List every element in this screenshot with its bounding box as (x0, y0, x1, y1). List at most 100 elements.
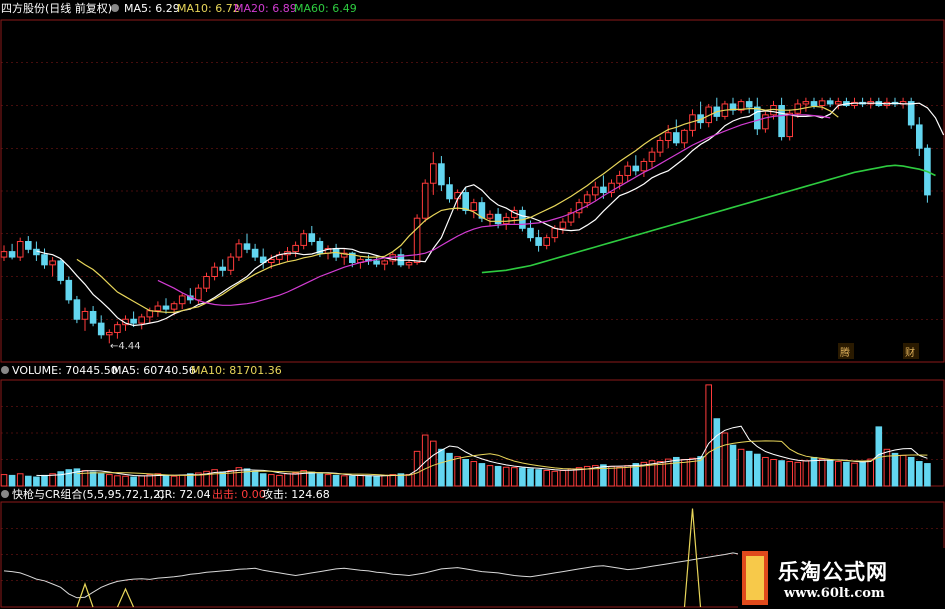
volume-bar (835, 461, 842, 487)
volume-bar (535, 469, 542, 487)
volume-bar (16, 473, 24, 487)
volume-bar (551, 470, 559, 487)
price-panel (0, 97, 945, 344)
candle-body (810, 101, 818, 107)
volume-bar (810, 456, 818, 487)
candle-body (154, 305, 162, 312)
candle-body (16, 241, 24, 258)
volume-bar (462, 459, 469, 487)
candle-body (916, 124, 923, 149)
volume-bar (567, 468, 575, 487)
candle-body (89, 310, 97, 324)
candle-body (162, 305, 170, 310)
candle-body (170, 303, 178, 310)
attack-spike (116, 587, 135, 608)
candle-body (381, 260, 388, 265)
volume-bar (332, 474, 340, 487)
volume-bar (762, 456, 769, 487)
event-marker-1: 腾 (840, 346, 850, 359)
volume-bar (170, 475, 178, 487)
volume-bar (219, 471, 226, 487)
ma10-label: MA10: 6.72 (177, 2, 240, 15)
volume-bar (867, 458, 875, 487)
volume-bar (276, 474, 283, 487)
volume-bar (162, 474, 170, 487)
volume-bar (470, 461, 478, 487)
volume-bar (527, 468, 534, 487)
volume-bar (33, 476, 40, 487)
volume-bar (656, 461, 664, 487)
volume-bar (713, 418, 721, 487)
volume-bar (381, 474, 388, 487)
candle-body (673, 132, 680, 144)
volume-bar (130, 476, 137, 487)
candle-body (57, 260, 65, 281)
indicator-header: 快枪与CR组合(5,5,95,72,1,2) CR: 72.04 出击: 0.0… (1, 487, 330, 501)
chart-canvas: 四方股份(日线 前复权) MA5: 6.29 MA10: 6.72 MA20: … (0, 1, 945, 608)
candle-body (907, 101, 915, 126)
volume-bar (511, 467, 518, 487)
candle-body (551, 227, 559, 239)
candle-body (664, 132, 672, 141)
volume-bar (308, 471, 316, 487)
volume-bar (89, 471, 97, 487)
volume-bar (268, 474, 275, 487)
volume-bar (907, 456, 915, 487)
volume-ma5-label: MA5: 60740.56 (112, 364, 196, 377)
candle-body (0, 251, 8, 258)
candle-body (373, 260, 380, 265)
volume-bar (259, 473, 267, 487)
candle-body (243, 243, 251, 250)
volume-bar (251, 470, 259, 487)
volume-bar (138, 475, 145, 487)
indicator-settings-icon[interactable] (1, 490, 9, 498)
volume-bar (891, 452, 899, 487)
candle-body (227, 256, 235, 271)
volume-bar (413, 450, 421, 487)
candle-body (138, 316, 145, 324)
candle-body (65, 279, 73, 301)
candle-body (178, 295, 186, 305)
volume-bar (624, 465, 632, 487)
volume-bar (883, 448, 891, 487)
volume-bar (389, 474, 397, 487)
stock-chart: 四方股份(日线 前复权) MA5: 6.29 MA10: 6.72 MA20: … (0, 0, 945, 609)
candle-body (648, 151, 656, 162)
volume-bar (859, 461, 866, 487)
volume-bar (324, 474, 332, 487)
candle-body (592, 186, 599, 196)
watermark-logo-inner (746, 556, 764, 600)
volume-ma10-label: MA10: 81701.36 (191, 364, 282, 377)
volume-bar (446, 452, 453, 487)
ma20-label: MA20: 6.89 (234, 2, 297, 15)
candle-body (195, 287, 202, 301)
candle-body (49, 260, 56, 266)
volume-bar (25, 475, 32, 487)
candle-body (786, 112, 794, 138)
volume-bar (843, 461, 850, 487)
candle-body (438, 163, 445, 186)
event-marker-2: 财 (905, 346, 915, 359)
settings-icon[interactable] (111, 4, 119, 12)
volume-bar (97, 473, 105, 487)
volume-bar (106, 474, 113, 487)
price-header: 四方股份(日线 前复权) MA5: 6.29 MA10: 6.72 MA20: … (1, 1, 357, 15)
volume-bar (292, 472, 299, 487)
ma60-label: MA60: 6.49 (294, 2, 357, 15)
volume-bar (478, 463, 486, 487)
volume-bar (851, 462, 858, 487)
candle-body (535, 237, 542, 246)
volume-bar (114, 475, 121, 487)
volume-settings-icon[interactable] (1, 366, 9, 374)
attack-spike (76, 582, 94, 608)
candle-body (268, 258, 275, 264)
volume-bar (494, 465, 502, 487)
volume-panel (0, 384, 931, 487)
volume-bar (502, 466, 510, 487)
volume-bar (454, 456, 461, 487)
candle-body (559, 221, 567, 229)
volume-bar (673, 456, 680, 487)
volume-bar (349, 475, 356, 487)
candle-body (494, 213, 502, 225)
volume-bar (178, 474, 186, 487)
